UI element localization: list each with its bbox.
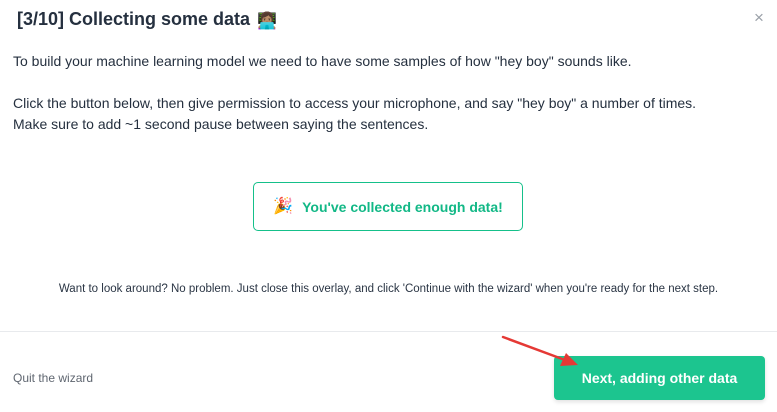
data-collected-status: 🎉 You've collected enough data! (253, 182, 523, 231)
next-button[interactable]: Next, adding other data (554, 356, 765, 400)
dialog-title: [3/10] Collecting some data 👩🏽‍💻 (17, 8, 277, 33)
instruction-text: Click the button below, then give permis… (13, 93, 696, 135)
wizard-dialog: [3/10] Collecting some data 👩🏽‍💻 × To bu… (0, 0, 777, 412)
close-icon[interactable]: × (750, 9, 768, 27)
instruction-line-1: Click the button below, then give permis… (13, 95, 697, 111)
footer-divider (0, 331, 777, 332)
hint-text: Want to look around? No problem. Just cl… (58, 283, 719, 295)
quit-wizard-link[interactable]: Quit the wizard (13, 371, 93, 385)
status-text: You've collected enough data! (302, 198, 503, 215)
instruction-line-2: Make sure to add ~1 second pause between… (13, 116, 429, 132)
intro-text: To build your machine learning model we … (13, 53, 632, 69)
party-popper-icon: 🎉 (273, 197, 294, 215)
dialog-title-text: [3/10] Collecting some data (17, 9, 251, 29)
technologist-emoji-icon: 👩🏽‍💻 (257, 13, 277, 30)
